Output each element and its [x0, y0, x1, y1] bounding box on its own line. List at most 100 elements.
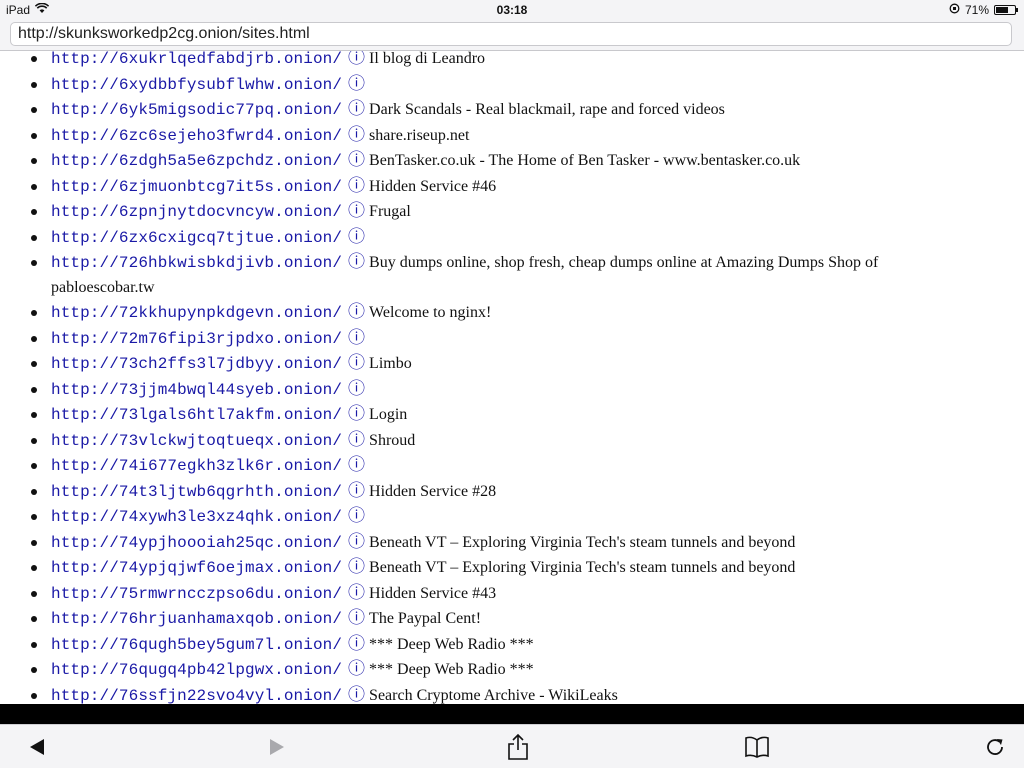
onion-link[interactable]: http://73lgals6htl7akfm.onion/: [51, 406, 342, 424]
onion-link[interactable]: http://76qugq4pb42lpgwx.onion/: [51, 661, 342, 679]
info-icon[interactable]: ⓘ: [348, 328, 365, 347]
list-item: http://6zpnjnytdocvncyw.onion/ ⓘ Frugal: [0, 199, 1024, 225]
list-item: http://6zx6cxigcq7tjtue.onion/ ⓘ: [0, 225, 1024, 251]
info-icon[interactable]: ⓘ: [348, 455, 365, 474]
onion-link[interactable]: http://6xukrlqedfabdjrb.onion/: [51, 51, 342, 68]
info-icon[interactable]: ⓘ: [348, 404, 365, 423]
share-icon: [508, 733, 528, 760]
list-item: http://72kkhupynpkdgevn.onion/ ⓘ Welcome t…: [0, 300, 1024, 326]
list-item: http://76qugq4pb42lpgwx.onion/ ⓘ *** Deep …: [0, 657, 1024, 683]
onion-link[interactable]: http://72m76fipi3rjpdxo.onion/: [51, 330, 342, 348]
list-item: http://6xukrlqedfabdjrb.onion/ ⓘ Il blog d…: [0, 51, 1024, 72]
info-icon[interactable]: ⓘ: [348, 481, 365, 500]
list-item: http://74ypjhoooiah25qc.onion/ ⓘ Beneath V…: [0, 530, 1024, 556]
site-title: share.riseup.net: [369, 126, 470, 144]
info-icon[interactable]: ⓘ: [348, 176, 365, 195]
info-icon[interactable]: ⓘ: [348, 506, 365, 525]
list-item: http://6zc6sejeho3fwrd4.onion/ ⓘ share.ris…: [0, 123, 1024, 149]
list-item: http://72m76fipi3rjpdxo.onion/ ⓘ: [0, 326, 1024, 352]
onion-link[interactable]: http://72kkhupynpkdgevn.onion/: [51, 304, 342, 322]
orientation-lock-icon: [949, 3, 960, 17]
site-title: Il blog di Leandro: [369, 51, 486, 67]
onion-link[interactable]: http://6zdgh5a5e6zpchdz.onion/: [51, 152, 342, 170]
list-item: http://6zdgh5a5e6zpchdz.onion/ ⓘ BenTasker…: [0, 148, 1024, 174]
list-item: http://6zjmuonbtcg7it5s.onion/ ⓘ Hidden Se…: [0, 174, 1024, 200]
site-title: Search Cryptome Archive - WikiLeaks: [369, 686, 618, 704]
onion-link[interactable]: http://76hrjuanhamaxqob.onion/: [51, 610, 342, 628]
list-item: http://76hrjuanhamaxqob.onion/ ⓘ The Paypa…: [0, 606, 1024, 632]
info-icon[interactable]: ⓘ: [348, 430, 365, 449]
list-item: http://76qugh5bey5gum7l.onion/ ⓘ *** Deep …: [0, 632, 1024, 658]
onion-link[interactable]: http://73jjm4bwql44syeb.onion/: [51, 381, 342, 399]
list-item: http://74xywh3le3xz4qhk.onion/ ⓘ: [0, 504, 1024, 530]
onion-link[interactable]: http://73vlckwjtoqtueqx.onion/: [51, 432, 342, 450]
book-icon: [745, 736, 769, 758]
info-icon[interactable]: ⓘ: [348, 125, 365, 144]
info-icon[interactable]: ⓘ: [348, 302, 365, 321]
reload-icon: [987, 739, 1003, 755]
onion-link[interactable]: http://74t3ljtwb6qgrhth.onion/: [51, 483, 342, 501]
info-icon[interactable]: ⓘ: [348, 634, 365, 653]
back-button[interactable]: [22, 733, 52, 761]
browser-toolbar: [0, 724, 1024, 768]
onion-link[interactable]: http://76ssfjn22svo4vyl.onion/: [51, 687, 342, 705]
back-arrow-icon: [30, 739, 44, 755]
onion-link[interactable]: http://75rmwrncczpso6du.onion/: [51, 585, 342, 603]
onion-link[interactable]: http://6zx6cxigcq7tjtue.onion/: [51, 229, 342, 247]
onion-link[interactable]: http://74xywh3le3xz4qhk.onion/: [51, 508, 342, 526]
list-item: http://726hbkwisbkdjivb.onion/ⓘ Buy dumps…: [0, 250, 1024, 300]
onion-link[interactable]: http://726hbkwisbkdjivb.onion/: [51, 254, 342, 272]
list-item: http://74i677egkh3zlk6r.onion/ ⓘ: [0, 453, 1024, 479]
onion-link[interactable]: http://74ypjqjwf6oejmax.onion/: [51, 559, 342, 577]
onion-link[interactable]: http://6xydbbfysubflwhw.onion/: [51, 76, 342, 94]
info-icon[interactable]: ⓘ: [348, 557, 365, 576]
list-item: http://76ssfjn22svo4vyl.onion/ ⓘ Search Cr…: [0, 683, 1024, 705]
onion-link[interactable]: http://74i677egkh3zlk6r.onion/: [51, 457, 342, 475]
address-bar: http://skunksworkedp2cg.onion/sites.html: [0, 20, 1024, 51]
list-item: http://6yk5migsodic77pq.onion/ ⓘ Dark Scan…: [0, 97, 1024, 123]
onion-link[interactable]: http://73ch2ffs3l7jdbyy.onion/: [51, 355, 342, 373]
info-icon[interactable]: ⓘ: [348, 74, 365, 93]
list-item: http://73ch2ffs3l7jdbyy.onion/ ⓘ Limbo: [0, 351, 1024, 377]
list-item: http://74t3ljtwb6qgrhth.onion/ ⓘ Hidden Se…: [0, 479, 1024, 505]
info-icon[interactable]: ⓘ: [348, 353, 365, 372]
list-item: http://73jjm4bwql44syeb.onion/ ⓘ: [0, 377, 1024, 403]
info-icon[interactable]: ⓘ: [348, 150, 365, 169]
list-item: http://73vlckwjtoqtueqx.onion/ ⓘ Shroud: [0, 428, 1024, 454]
bookmarks-button[interactable]: [742, 733, 772, 761]
url-field[interactable]: http://skunksworkedp2cg.onion/sites.html: [10, 22, 1012, 46]
info-icon[interactable]: ⓘ: [348, 583, 365, 602]
info-icon[interactable]: ⓘ: [348, 51, 365, 67]
onion-link[interactable]: http://6zpnjnytdocvncyw.onion/: [51, 203, 342, 221]
battery-icon: [994, 5, 1018, 15]
info-icon[interactable]: ⓘ: [348, 227, 365, 246]
site-title: The Paypal Cent!: [369, 610, 482, 627]
site-title: Login: [369, 406, 408, 423]
share-button[interactable]: [503, 733, 533, 761]
info-icon[interactable]: ⓘ: [348, 608, 365, 627]
site-title: Dark Scandals - Real blackmail, rape and…: [369, 101, 725, 118]
site-title: *** Deep Web Radio ***: [369, 635, 534, 653]
site-title: Beneath VT – Exploring Virginia Tech's s…: [369, 533, 796, 551]
info-icon[interactable]: ⓘ: [348, 252, 365, 271]
site-title: Beneath VT – Exploring Virginia Tech's s…: [369, 559, 796, 576]
site-list: http://6xukrlqedfabdjrb.onion/ⓘ Il blog d…: [0, 51, 1024, 704]
info-icon[interactable]: ⓘ: [348, 532, 365, 551]
site-title: Welcome to nginx!: [369, 304, 492, 321]
info-icon[interactable]: ⓘ: [348, 659, 365, 678]
forward-button[interactable]: [262, 733, 292, 761]
list-item: http://74ypjqjwf6oejmax.onion/ ⓘ Beneath V…: [0, 555, 1024, 581]
onion-link[interactable]: http://74ypjhoooiah25qc.onion/: [51, 534, 342, 552]
onion-link[interactable]: http://76qugh5bey5gum7l.onion/: [51, 636, 342, 654]
info-icon[interactable]: ⓘ: [348, 685, 365, 704]
info-icon[interactable]: ⓘ: [348, 99, 365, 118]
onion-link[interactable]: http://6zc6sejeho3fwrd4.onion/: [51, 127, 342, 145]
clock: 03:18: [496, 3, 528, 17]
info-icon[interactable]: ⓘ: [348, 201, 365, 220]
info-icon[interactable]: ⓘ: [348, 379, 365, 398]
site-title: Shroud: [369, 431, 416, 449]
list-item: http://73lgals6htl7akfm.onion/ ⓘ Login: [0, 402, 1024, 428]
onion-link[interactable]: http://6yk5migsodic77pq.onion/: [51, 101, 342, 119]
onion-link[interactable]: http://6zjmuonbtcg7it5s.onion/: [51, 178, 342, 196]
reload-button[interactable]: [980, 733, 1010, 761]
